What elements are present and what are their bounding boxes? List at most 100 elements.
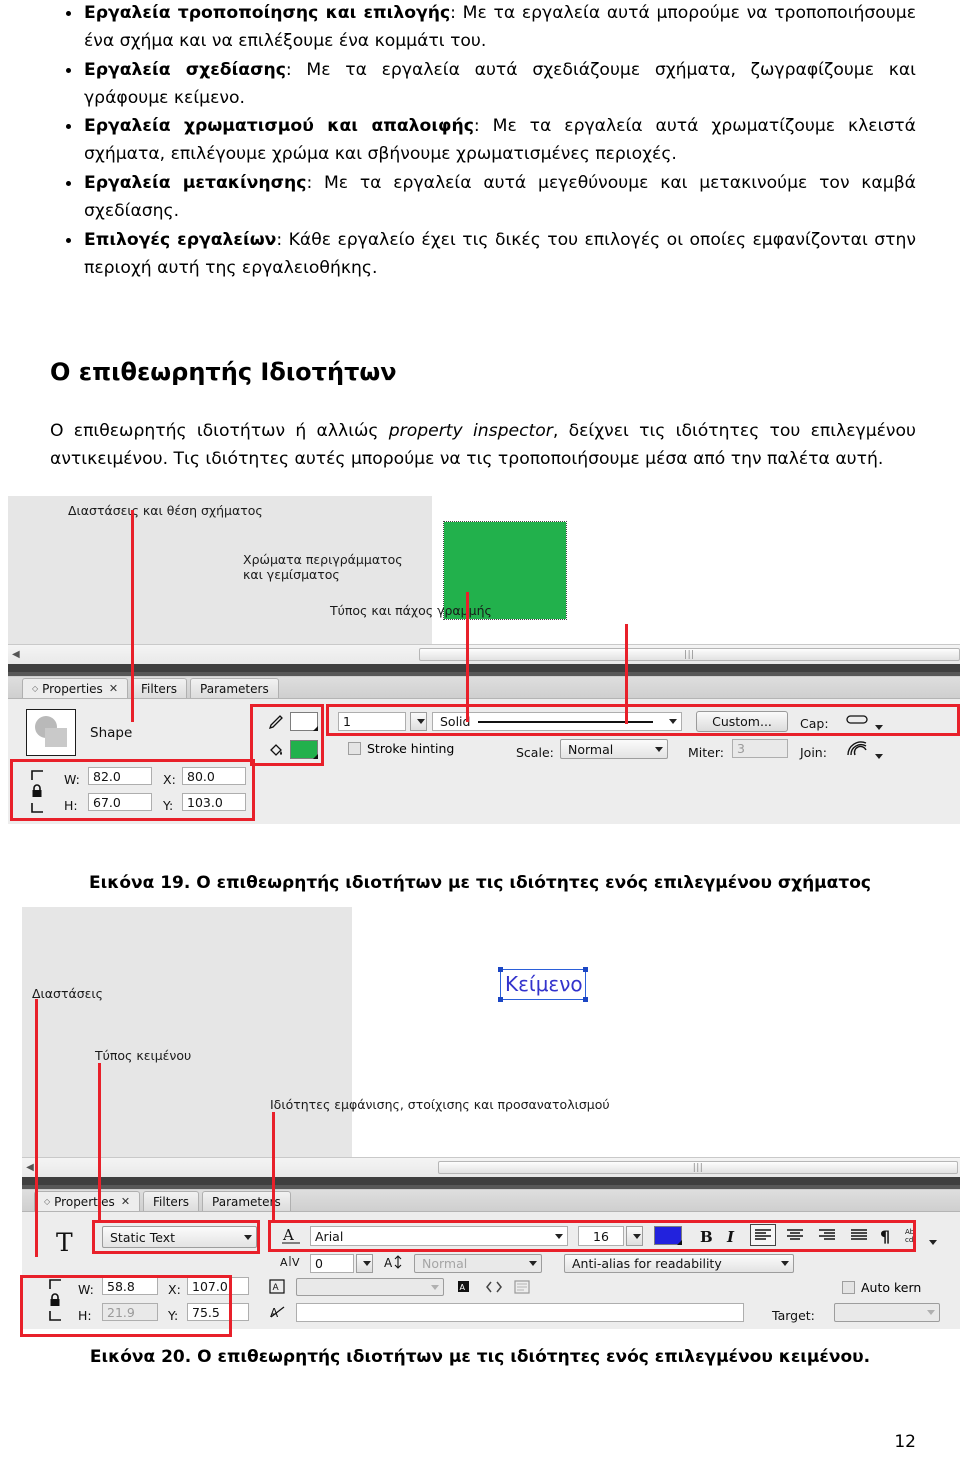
stroke-hinting-checkbox[interactable]: Stroke hinting	[348, 741, 454, 756]
svg-text:A: A	[273, 1283, 280, 1293]
align-right-button[interactable]	[814, 1224, 840, 1246]
list-item: Εργαλεία σχεδίασης: Με τα εργαλεία αυτά …	[50, 57, 916, 113]
tab-properties-label: Properties	[42, 681, 103, 696]
font-family-icon: A	[280, 1224, 302, 1246]
miter-input[interactable]: 3	[732, 739, 788, 759]
height-input: 21.9	[102, 1303, 158, 1322]
tab-properties[interactable]: ◇ Properties ✕	[34, 1191, 141, 1212]
custom-button[interactable]: Custom...	[696, 711, 788, 733]
render-as-html-icon[interactable]	[484, 1278, 504, 1296]
join-style-icon[interactable]	[846, 739, 868, 757]
panel-divider-dark	[8, 664, 960, 673]
horizontal-scrollbar[interactable]: ◀ |||	[22, 1157, 960, 1178]
letter-spacing-stepper[interactable]	[356, 1254, 373, 1274]
align-center-button[interactable]	[782, 1224, 808, 1246]
scrollbar-thumb[interactable]: |||	[418, 648, 960, 662]
bullet-term: Εργαλεία σχεδίασης	[84, 59, 286, 80]
figure-19-caption: Εικόνα 19. Ο επιθεωρητής ιδιοτήτων με τι…	[89, 873, 871, 894]
list-item: Εργαλεία χρωματισμού και απαλοιφής: Με τ…	[50, 113, 916, 169]
chevron-down-icon	[244, 1234, 252, 1240]
align-justify-button[interactable]	[846, 1224, 872, 1246]
stroke-hinting-label: Stroke hinting	[367, 741, 455, 757]
font-family-caret[interactable]	[555, 1234, 563, 1240]
paragraph-options-icon[interactable]: ¶	[880, 1227, 890, 1246]
width-input[interactable]: 58.8	[102, 1277, 158, 1296]
x-input[interactable]: 107.0	[187, 1277, 249, 1296]
stage-canvas-white	[352, 907, 960, 1158]
font-color-swatch[interactable]	[654, 1226, 682, 1246]
annotation-dimensions: Διαστάσεις και θέση σχήματος	[68, 503, 263, 519]
cap-dropdown-caret[interactable]	[875, 725, 883, 731]
scroll-left-arrow[interactable]: ◀	[8, 649, 24, 660]
tab-parameters[interactable]: Parameters	[202, 1191, 291, 1212]
orientation-caret[interactable]	[929, 1240, 937, 1246]
lock-icon[interactable]	[48, 1293, 62, 1307]
text-type-dropdown[interactable]: Static Text	[102, 1226, 257, 1249]
font-size-input[interactable]: 16	[578, 1226, 624, 1247]
character-embed-icon[interactable]: A	[456, 1278, 476, 1296]
join-dropdown-caret[interactable]	[875, 754, 883, 760]
letter-spacing-input[interactable]: 0	[310, 1254, 354, 1274]
letter-spacing-icon: AV	[280, 1252, 302, 1272]
auto-kern-checkbox[interactable]: Auto kern	[842, 1280, 921, 1295]
selection-handle[interactable]	[583, 997, 588, 1003]
font-family-input[interactable]: Arial	[310, 1226, 568, 1247]
show-border-icon[interactable]	[512, 1278, 532, 1296]
page-number: 12	[894, 1432, 916, 1452]
miter-label: Miter:	[688, 745, 724, 761]
tab-properties[interactable]: ◇ Properties ✕	[22, 678, 129, 699]
scrollbar-thumb[interactable]: |||	[438, 1161, 958, 1175]
instance-name-icon: A	[268, 1278, 288, 1296]
y-input[interactable]: 75.5	[187, 1303, 249, 1322]
bullet-term: Εργαλεία μετακίνησης	[84, 173, 307, 194]
font-style-dropdown[interactable]: Normal	[414, 1254, 542, 1274]
height-input[interactable]: 67.0	[88, 793, 152, 812]
figure-20-image: Κείμενο Διαστάσεις Τύπος κειμένου Ιδιότη…	[0, 907, 960, 1338]
antialias-value: Anti-alias for readability	[572, 1256, 722, 1272]
stroke-width-input[interactable]: 1	[338, 712, 406, 732]
paragraph-part-1: Ο επιθεωρητής ιδιοτήτων ή αλλιώς	[50, 421, 389, 442]
text-tool-icon: T	[56, 1228, 73, 1258]
tab-filters[interactable]: Filters	[143, 1191, 200, 1212]
x-input[interactable]: 80.0	[182, 767, 246, 786]
cap-style-icon[interactable]	[846, 711, 868, 727]
bullet-term: Επιλογές εργαλείων	[84, 229, 277, 250]
svg-text:A: A	[282, 1226, 294, 1244]
tab-parameters[interactable]: Parameters	[190, 678, 279, 699]
svg-text:Ab: Ab	[905, 1228, 915, 1236]
figure-19-image: Διαστάσεις και θέση σχήματος Χρώματα περ…	[0, 496, 960, 864]
lock-icon[interactable]	[30, 784, 44, 798]
target-dropdown[interactable]	[834, 1303, 940, 1323]
fill-color-swatch[interactable]	[290, 740, 318, 760]
selection-handle[interactable]	[498, 967, 503, 973]
antialias-dropdown[interactable]: Anti-alias for readability	[564, 1254, 794, 1274]
instance-dropdown[interactable]	[296, 1278, 444, 1297]
tab-filters[interactable]: Filters	[131, 678, 188, 699]
callout-line-stroke	[625, 624, 628, 725]
selectable-icon[interactable]: A	[268, 1303, 288, 1321]
stroke-color-swatch[interactable]	[290, 712, 318, 732]
close-icon[interactable]: ✕	[109, 682, 118, 695]
svg-text:V: V	[292, 1256, 300, 1269]
italic-button[interactable]: I	[727, 1228, 734, 1246]
text-orientation-icon[interactable]: Ab cd	[902, 1224, 926, 1246]
font-size-stepper[interactable]	[626, 1226, 643, 1247]
svg-text:cd: cd	[905, 1236, 913, 1244]
tab-properties-label: Properties	[54, 1194, 115, 1209]
width-input[interactable]: 82.0	[88, 767, 152, 786]
scale-dropdown[interactable]: Normal	[560, 739, 668, 760]
chevron-down-icon	[669, 719, 677, 725]
close-icon[interactable]: ✕	[121, 1195, 130, 1208]
y-input[interactable]: 103.0	[182, 793, 246, 812]
variable-input[interactable]	[296, 1303, 744, 1323]
selection-handle[interactable]	[583, 967, 588, 973]
selection-handle[interactable]	[498, 997, 503, 1003]
y-label: Y:	[168, 1308, 179, 1324]
stage-text-object[interactable]: Κείμενο	[498, 967, 588, 1003]
horizontal-scrollbar[interactable]: ◀ |||	[8, 644, 960, 665]
bold-button[interactable]: B	[700, 1228, 713, 1246]
scale-value: Normal	[568, 741, 614, 757]
stroke-width-stepper[interactable]	[410, 712, 427, 732]
align-left-button[interactable]	[750, 1224, 776, 1247]
tab-parameters-label: Parameters	[200, 681, 269, 696]
